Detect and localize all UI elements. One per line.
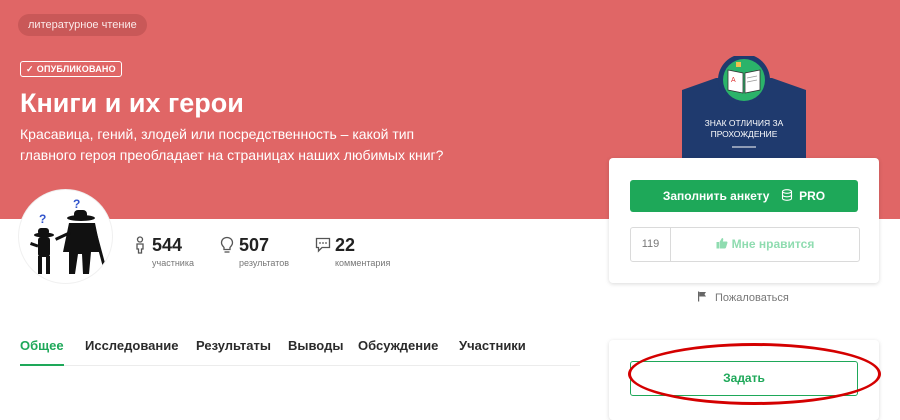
thumbs-up-icon (716, 238, 728, 249)
svg-text:?: ? (39, 212, 46, 226)
report-link[interactable]: Пожаловаться (697, 291, 789, 304)
like-widget: 119 Мне нравится (630, 227, 860, 262)
database-icon (781, 189, 792, 201)
heroes-silhouette-icon: ? ? (29, 197, 106, 274)
participants-count: 544 (152, 235, 183, 255)
flag-icon (698, 291, 706, 302)
action-card: Заполнить анкету PRO 119 Мне нравится (609, 158, 879, 283)
tab-discussion[interactable]: Обсуждение (358, 338, 438, 353)
active-tab-indicator (20, 364, 64, 366)
lightbulb-icon (220, 236, 234, 253)
tab-conclusions[interactable]: Выводы (288, 338, 343, 353)
page-subtitle: Красавица, гений, злодей или посредствен… (20, 126, 444, 163)
badge-line-2: ПРОХОЖДЕНИЕ (711, 129, 778, 139)
fill-survey-label: Заполнить анкету (662, 189, 770, 203)
fill-survey-button[interactable]: Заполнить анкету PRO (630, 180, 858, 212)
avatar: ? ? (19, 190, 112, 283)
ask-card: Задать (609, 340, 879, 420)
participants-label: участника (152, 258, 194, 268)
like-count: 119 (631, 228, 671, 261)
ask-button[interactable]: Задать (630, 361, 858, 396)
tab-general[interactable]: Общее (20, 338, 64, 353)
tab-research[interactable]: Исследование (85, 338, 178, 353)
tab-results[interactable]: Результаты (196, 338, 271, 353)
comments-count: 22 (335, 235, 356, 255)
svg-text:A: A (731, 77, 736, 84)
tab-participants[interactable]: Участники (459, 338, 526, 353)
like-label: Мне нравится (731, 237, 815, 251)
results-label: результатов (239, 258, 290, 268)
check-icon: ✓ (26, 64, 34, 74)
like-button[interactable]: Мне нравится (671, 228, 859, 261)
results-count: 507 (239, 235, 270, 255)
page-title: Книги и их герои (20, 88, 244, 118)
person-icon (136, 236, 144, 254)
badge-line-1: ЗНАК ОТЛИЧИЯ ЗА (705, 118, 784, 128)
status-badge: ✓ ОПУБЛИКОВАНО (20, 61, 122, 77)
report-label: Пожаловаться (715, 292, 789, 304)
comment-icon (315, 237, 331, 253)
achievement-badge: A ЗНАК ОТЛИЧИЯ ЗА ПРОХОЖДЕНИЕ (682, 56, 806, 160)
pro-label: PRO (799, 189, 826, 203)
subject-tag[interactable]: литературное чтение (18, 14, 147, 36)
status-label: ОПУБЛИКОВАНО (36, 64, 116, 74)
comments-label: комментария (335, 258, 391, 268)
tab-divider (20, 365, 580, 366)
svg-text:?: ? (73, 197, 80, 211)
